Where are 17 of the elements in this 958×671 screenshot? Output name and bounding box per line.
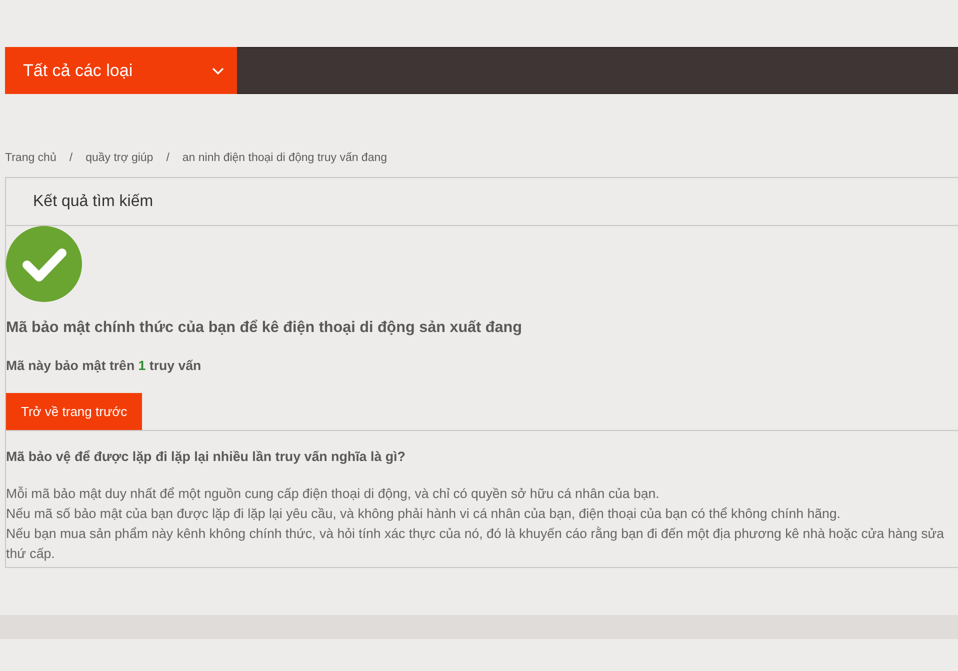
faq-line: Nếu mã số bảo mật của bạn được lặp đi lặp lại yêu cầu, và không phải hành vi cá nhân của bạn, điện thoại của bạn có thể không chính hãng. [6,505,842,523]
result-headline: Mã bảo mật chính thức của bạn để kê điện thoại di động sản xuất đang [6,318,523,338]
faq-line: thứ cấp. [6,545,56,563]
breadcrumb-separator: / [69,151,73,166]
breadcrumb-separator: / [166,151,170,166]
category-dropdown[interactable]: Tất cả các loại [5,47,237,94]
chevron-down-icon [212,66,224,74]
query-count-text: Mã này bảo mật trên 1 truy vấn [6,357,202,375]
back-button[interactable]: Trở về trang trước [6,393,142,430]
faq-line: Mỗi mã bảo mật duy nhất để một nguồn cung cấp điện thoại di động, và chỉ có quyền sở hữu cá nhân của bạn. [6,485,660,503]
breadcrumb-link[interactable]: quầy trợ giúp [86,150,154,166]
breadcrumb-link[interactable]: an ninh điện thoại di động truy vấn đang [182,150,388,166]
breadcrumb-link[interactable]: Trang chủ [5,150,56,166]
faq-line: Nếu bạn mua sản phẩm này kênh không chính thức, và hỏi tính xác thực của nó, đó là khuyến cáo rằng bạn đi đến một địa phương kê nhà hoặc cửa hàng sửa [6,525,946,543]
faq-question: Mã bảo vệ để được lặp đi lặp lại nhiều lần truy vấn nghĩa là gì? [6,448,406,466]
check-icon [6,226,82,302]
panel-title: Kết quả tìm kiếm [33,192,154,212]
